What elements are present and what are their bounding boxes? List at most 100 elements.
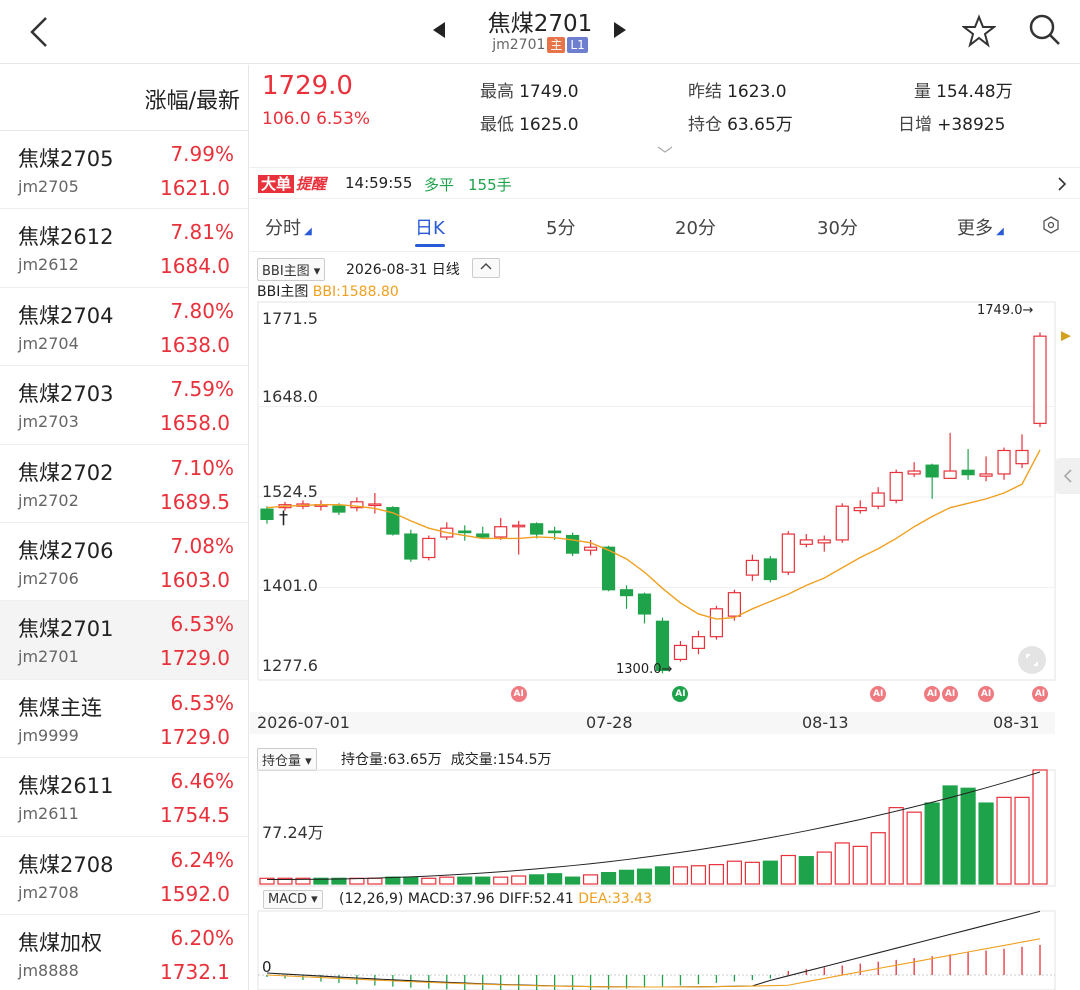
candle-body (709, 608, 724, 638)
chevron-right-icon[interactable] (1056, 176, 1068, 192)
contract-name: 焦煤2704 (18, 303, 114, 328)
y-tick-label: 1277.6 (262, 656, 318, 675)
indicator-select[interactable]: BBI主图 ▾ (257, 258, 326, 281)
volume-bar (996, 796, 1012, 885)
next-contract-icon[interactable] (614, 22, 626, 38)
macd-indicator-select[interactable]: MACD ▾ (263, 890, 323, 909)
ai-signal-badge[interactable]: AI (510, 686, 527, 702)
list-item[interactable]: 焦煤2706 jm2706 7.08% 1603.0 (0, 523, 248, 602)
change-pct: 6.53% (170, 690, 234, 715)
contract-code: jm2706 (18, 568, 79, 588)
star-icon[interactable] (962, 14, 996, 48)
candle-body (458, 530, 472, 534)
contract-name: 焦煤2702 (18, 460, 114, 485)
tab-daily-k[interactable]: 日K (415, 214, 445, 247)
list-item[interactable]: 焦煤2701 jm2701 6.53% 1729.0 (0, 601, 248, 680)
volume-bar (547, 873, 563, 885)
list-item[interactable]: 焦煤2611 jm2611 6.46% 1754.5 (0, 758, 248, 837)
macd-frame (257, 910, 1056, 990)
search-icon[interactable] (1027, 12, 1063, 48)
list-item[interactable]: 焦煤主连 jm9999 6.53% 1729.0 (0, 680, 248, 759)
side-panel-handle[interactable] (1056, 458, 1080, 494)
volume-bar (888, 807, 904, 885)
candle-body (583, 546, 598, 551)
last-price: 1732.1 (160, 959, 230, 984)
list-item[interactable]: 焦煤加权 jm8888 6.20% 1732.1 (0, 915, 248, 990)
y-tick-label: 1401.0 (262, 576, 318, 595)
candle-body (530, 523, 544, 535)
last-price: 1729.0 (262, 71, 353, 101)
x-tick-label: 08-31 (993, 713, 1040, 732)
contract-code: jm2708 (18, 882, 79, 902)
candle-body (548, 530, 562, 534)
crosshair-marker: † (279, 507, 288, 528)
contract-code: jm2701 (18, 647, 79, 667)
fullscreen-icon[interactable] (1017, 645, 1047, 675)
candle-body (494, 526, 508, 538)
change-pct: 7.08% (170, 533, 234, 558)
volume-bar (511, 875, 527, 885)
open-interest-chart[interactable] (250, 768, 1080, 888)
list-item[interactable]: 焦煤2703 jm2703 7.59% 1658.0 (0, 366, 248, 445)
candle-body (871, 492, 885, 507)
contract-code: jm8888 (18, 960, 79, 980)
tab-timeshare[interactable]: 分时 ◢ (265, 214, 312, 240)
candle-body (835, 505, 849, 541)
tab-more[interactable]: 更多 ◢ (957, 214, 1004, 240)
tab-5min[interactable]: 5分 (546, 214, 575, 240)
ai-signal-badge[interactable]: AI (978, 686, 995, 702)
candle-body (332, 505, 346, 513)
contract-code: jm2701 主 L1 (430, 37, 650, 53)
tab-30min[interactable]: 30分 (817, 214, 858, 240)
list-item[interactable]: 焦煤2612 jm2612 7.81% 1684.0 (0, 209, 248, 288)
x-tick-label: 07-28 (586, 713, 633, 732)
contract-name: 焦煤2611 (18, 774, 114, 799)
volume-bar (906, 811, 922, 885)
collapse-button[interactable] (472, 258, 500, 278)
volume-bar (1032, 769, 1048, 885)
list-item[interactable]: 焦煤2704 jm2704 7.80% 1638.0 (0, 288, 248, 367)
contract-name: 焦煤2705 (18, 147, 114, 171)
candle-body (637, 593, 652, 615)
candle-body (512, 524, 526, 528)
candle-body (422, 537, 436, 559)
volume-stat: 量 154.48万 (914, 82, 1013, 102)
back-arrow-icon[interactable] (22, 12, 58, 52)
candle-body (601, 546, 616, 591)
last-price: 1684.0 (160, 254, 230, 279)
ai-signal-badge[interactable]: AI (1032, 686, 1048, 702)
list-item[interactable]: 焦煤2702 jm2702 7.10% 1689.5 (0, 445, 248, 523)
list-header[interactable]: 涨幅/最新 (0, 65, 248, 131)
volume-bar (457, 876, 473, 885)
tab-20min[interactable]: 20分 (675, 214, 716, 240)
volume-bar (870, 832, 886, 885)
volume-bar (978, 802, 994, 885)
volume-bar (421, 877, 437, 885)
candlestick-chart[interactable]: † (250, 298, 1080, 710)
settings-hexagon-icon[interactable] (1042, 216, 1060, 234)
last-price: 1729.0 (160, 646, 230, 671)
list-item[interactable]: 焦煤2705 jm2705 7.99% 1621.0 (0, 131, 248, 210)
contract-code: jm2702 (18, 490, 79, 510)
y-tick-label: 1648.0 (262, 387, 318, 406)
macd-chart[interactable] (250, 909, 1080, 990)
macd-legend: (12,26,9) MACD:37.96 DIFF:52.41 DEA:33.4… (339, 891, 652, 907)
ai-signal-badge[interactable]: AI (942, 686, 959, 702)
last-price: 1689.5 (160, 489, 230, 514)
candle-body (763, 558, 777, 581)
ai-signal-badge[interactable]: AI (924, 686, 941, 702)
expand-chevron-icon[interactable] (655, 145, 675, 155)
list-item[interactable]: 焦煤2708 jm2708 6.24% 1592.0 (0, 837, 248, 915)
volume-bar (852, 845, 868, 885)
last-price: 1729.0 (160, 724, 230, 749)
last-price: 1603.0 (160, 567, 230, 592)
volume-bar (529, 874, 545, 885)
volume-bar (475, 876, 491, 885)
candle-body (853, 507, 867, 512)
bbi-line (266, 449, 1041, 620)
last-price: 1592.0 (160, 881, 230, 906)
contract-name: 焦煤2706 (18, 538, 114, 563)
big-order-alert[interactable]: 大单 提醒 14:59:55 多平 155手 (250, 167, 1080, 199)
volume-bar (403, 876, 419, 885)
contract-code: jm2705 (18, 177, 79, 196)
